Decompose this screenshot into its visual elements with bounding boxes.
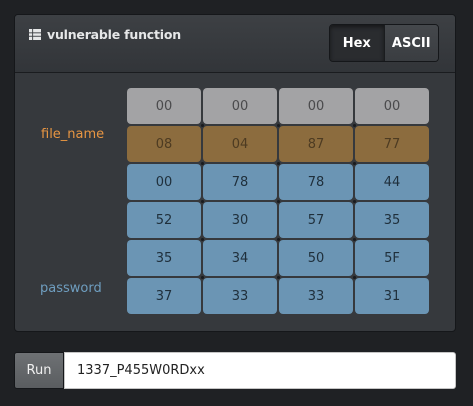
memory-cell: 52 — [127, 202, 201, 238]
vulnerable-function-panel: vulnerable function Hex ASCII file_name … — [14, 14, 456, 332]
memory-cell: 50 — [279, 240, 353, 276]
memory-cell: 34 — [203, 240, 277, 276]
cell-junction-dot — [352, 275, 356, 279]
cell-junction-dot — [276, 237, 280, 241]
table-icon — [29, 29, 41, 40]
memory-cell: 00 — [203, 88, 277, 124]
cell-junction-dot — [352, 237, 356, 241]
password-input[interactable] — [64, 352, 456, 389]
memory-cell: 78 — [203, 164, 277, 200]
cell-junction-dot — [276, 161, 280, 165]
cell-junction-dot — [352, 123, 356, 127]
cell-junction-dot — [200, 123, 204, 127]
memory-cell: 87 — [279, 126, 353, 162]
memory-cell: 00 — [355, 88, 429, 124]
memory-cell: 77 — [355, 126, 429, 162]
memory-cell: 57 — [279, 202, 353, 238]
cell-junction-dot — [200, 275, 204, 279]
memory-cell: 30 — [203, 202, 277, 238]
ascii-button[interactable]: ASCII — [383, 25, 438, 61]
password-label: password — [40, 281, 102, 296]
file-name-label: file_name — [41, 127, 105, 142]
memory-cell: 00 — [127, 88, 201, 124]
memory-cell: 5F — [355, 240, 429, 276]
memory-cell: 33 — [203, 278, 277, 314]
memory-cell: 35 — [355, 202, 429, 238]
memory-cell: 44 — [355, 164, 429, 200]
cell-junction-dot — [276, 123, 280, 127]
run-button[interactable]: Run — [14, 352, 64, 389]
cell-junction-dot — [276, 199, 280, 203]
memory-cell: 33 — [279, 278, 353, 314]
cell-junction-dot — [200, 237, 204, 241]
memory-cell: 37 — [127, 278, 201, 314]
memory-cell: 04 — [203, 126, 277, 162]
cell-junction-dot — [276, 275, 280, 279]
cell-junction-dot — [352, 161, 356, 165]
cell-junction-dot — [200, 199, 204, 203]
panel-title-text: vulnerable function — [47, 27, 181, 42]
memory-cell: 35 — [127, 240, 201, 276]
hex-ascii-toggle[interactable]: Hex ASCII — [329, 24, 439, 62]
memory-cell: 78 — [279, 164, 353, 200]
cell-junction-dot — [352, 199, 356, 203]
memory-cell: 00 — [279, 88, 353, 124]
memory-cell: 00 — [127, 164, 201, 200]
panel-title: vulnerable function — [29, 27, 181, 42]
memory-cell: 31 — [355, 278, 429, 314]
memory-cell: 08 — [127, 126, 201, 162]
panel-header: vulnerable function Hex ASCII — [15, 15, 455, 73]
hex-button[interactable]: Hex — [330, 25, 384, 61]
cell-junction-dot — [200, 161, 204, 165]
